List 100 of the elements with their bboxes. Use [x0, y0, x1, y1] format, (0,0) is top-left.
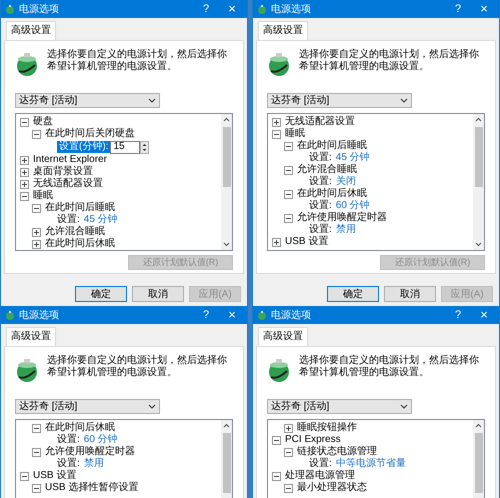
tree-item[interactable]: 睡眠 [285, 128, 305, 140]
expand-icon[interactable] [20, 156, 29, 164]
setting-value[interactable]: 45 分钟 [336, 152, 370, 164]
collapse-icon[interactable] [20, 118, 29, 126]
tree-item[interactable]: USB 设置 [33, 470, 76, 482]
tree-item[interactable]: 在此时间后睡眠 [297, 140, 367, 152]
close-button[interactable]: × [221, 306, 243, 325]
collapse-icon[interactable] [284, 190, 293, 198]
collapse-icon[interactable] [284, 166, 293, 174]
tab[interactable]: 高级设置 [258, 21, 308, 40]
window-title: 电源选项 [19, 308, 60, 322]
plan-dropdown[interactable]: 达芬奇 [活动] [267, 93, 412, 108]
tree-item[interactable]: USB 选择性暂停设置 [45, 482, 138, 494]
expand-icon[interactable] [272, 238, 281, 246]
tree-item[interactable]: 允许使用唤醒定时器 [297, 212, 387, 224]
window-title: 电源选项 [271, 308, 312, 322]
help-button[interactable]: ? [195, 0, 217, 18]
help-button[interactable]: ? [195, 306, 217, 324]
tab[interactable]: 高级设置 [258, 327, 308, 346]
setting-value[interactable]: 60 分钟 [336, 200, 370, 212]
scroll-thumb[interactable] [222, 127, 230, 187]
collapse-icon[interactable] [284, 484, 293, 492]
tree-item[interactable]: 链接状态电源管理 [297, 446, 377, 458]
spinner-icon[interactable] [140, 140, 150, 154]
expand-icon[interactable] [32, 228, 41, 236]
tree-item[interactable]: 在此时间后睡眠 [45, 202, 115, 214]
scroll-up-icon[interactable] [475, 117, 482, 122]
expand-icon[interactable] [20, 180, 29, 188]
tree-item[interactable]: 最小处理器状态 [297, 482, 367, 494]
collapse-icon[interactable] [32, 130, 41, 138]
collapse-icon[interactable] [284, 142, 293, 150]
tree-item[interactable]: 在此时间后休眠 [45, 422, 115, 434]
tree-item[interactable]: 在此时间后休眠 [297, 188, 367, 200]
tree-item[interactable]: USB 设置 [285, 236, 328, 248]
description: 选择你要自定义的电源计划，然后选择你希望计算机管理的电源设置。 [47, 49, 228, 74]
tree-item[interactable]: 允许混合睡眠 [297, 164, 357, 176]
tree-item[interactable]: 处理器电源管理 [285, 470, 355, 482]
tree-item[interactable]: 睡眠按钮操作 [297, 422, 357, 434]
scroll-down-icon[interactable] [475, 242, 482, 247]
collapse-icon[interactable] [20, 472, 29, 480]
tree-item[interactable]: 桌面背景设置 [33, 166, 93, 178]
tree-item[interactable]: 允许混合睡眠 [45, 226, 105, 238]
setting-value[interactable]: 禁用 [336, 224, 356, 236]
close-button[interactable]: × [473, 0, 495, 19]
collapse-icon[interactable] [32, 448, 41, 456]
collapse-icon[interactable] [284, 214, 293, 222]
tab[interactable]: 高级设置 [6, 21, 56, 40]
setting-value[interactable]: 禁用 [84, 458, 104, 470]
tree-item[interactable]: Internet Explorer [33, 154, 107, 166]
tree-item[interactable]: 无线适配器设置 [285, 116, 355, 128]
collapse-icon[interactable] [272, 436, 281, 444]
collapse-icon[interactable] [272, 472, 281, 480]
setting-value[interactable]: 关闭 [336, 176, 356, 188]
power-plan-icon [267, 357, 291, 383]
collapse-icon[interactable] [284, 448, 293, 456]
scrollbar[interactable] [221, 114, 232, 250]
tab[interactable]: 高级设置 [6, 327, 56, 346]
scroll-up-icon[interactable] [223, 423, 230, 428]
expand-icon[interactable] [20, 168, 29, 176]
tree-item[interactable]: 睡眠 [33, 190, 53, 202]
close-button[interactable]: × [473, 306, 495, 325]
scroll-up-icon[interactable] [475, 423, 482, 428]
scroll-down-icon[interactable] [223, 242, 230, 247]
collapse-icon[interactable] [272, 130, 281, 138]
dialog-button[interactable]: 取消 [132, 286, 184, 302]
setting-value[interactable]: 60 分钟 [84, 434, 118, 446]
collapse-icon[interactable] [32, 204, 41, 212]
tree-item[interactable]: 硬盘 [33, 116, 53, 128]
dialog-button[interactable]: 取消 [384, 286, 436, 302]
setting-label: 设置: [57, 214, 80, 226]
power-plan-icon [267, 51, 291, 77]
expand-icon[interactable] [272, 118, 281, 126]
expand-icon[interactable] [284, 424, 293, 432]
tree-item[interactable]: 无线适配器设置 [33, 178, 103, 190]
scroll-thumb[interactable] [474, 433, 482, 493]
dialog-button[interactable]: 确定 [327, 286, 379, 302]
scroll-up-icon[interactable] [223, 117, 230, 122]
help-button[interactable]: ? [447, 0, 469, 18]
collapse-icon[interactable] [20, 192, 29, 200]
tree-item[interactable]: 允许使用唤醒定时器 [45, 446, 135, 458]
expand-icon[interactable] [32, 240, 41, 248]
scroll-thumb[interactable] [222, 433, 230, 493]
setting-label: 设置: [57, 458, 80, 470]
collapse-icon[interactable] [32, 484, 41, 492]
plan-dropdown[interactable]: 达芬奇 [活动] [15, 93, 160, 108]
collapse-icon[interactable] [32, 424, 41, 432]
scrollbar[interactable] [473, 114, 484, 250]
tree-item[interactable]: 在此时间后休眠 [45, 238, 115, 250]
close-button[interactable]: × [221, 0, 243, 19]
tree-item[interactable]: PCI Express [285, 434, 341, 446]
help-button[interactable]: ? [447, 306, 469, 324]
spin-field[interactable]: 15 [110, 140, 140, 154]
setting-value[interactable]: 45 分钟 [84, 214, 118, 226]
dialog-button[interactable]: 确定 [75, 286, 127, 302]
tree-item[interactable]: 在此时间后关闭硬盘 [45, 128, 135, 140]
power-icon [257, 310, 267, 320]
scroll-thumb[interactable] [474, 127, 482, 187]
setting-value[interactable]: 中等电源节省量 [336, 458, 406, 470]
plan-dropdown[interactable]: 达芬奇 [活动] [15, 399, 160, 414]
plan-dropdown[interactable]: 达芬奇 [活动] [267, 399, 412, 414]
